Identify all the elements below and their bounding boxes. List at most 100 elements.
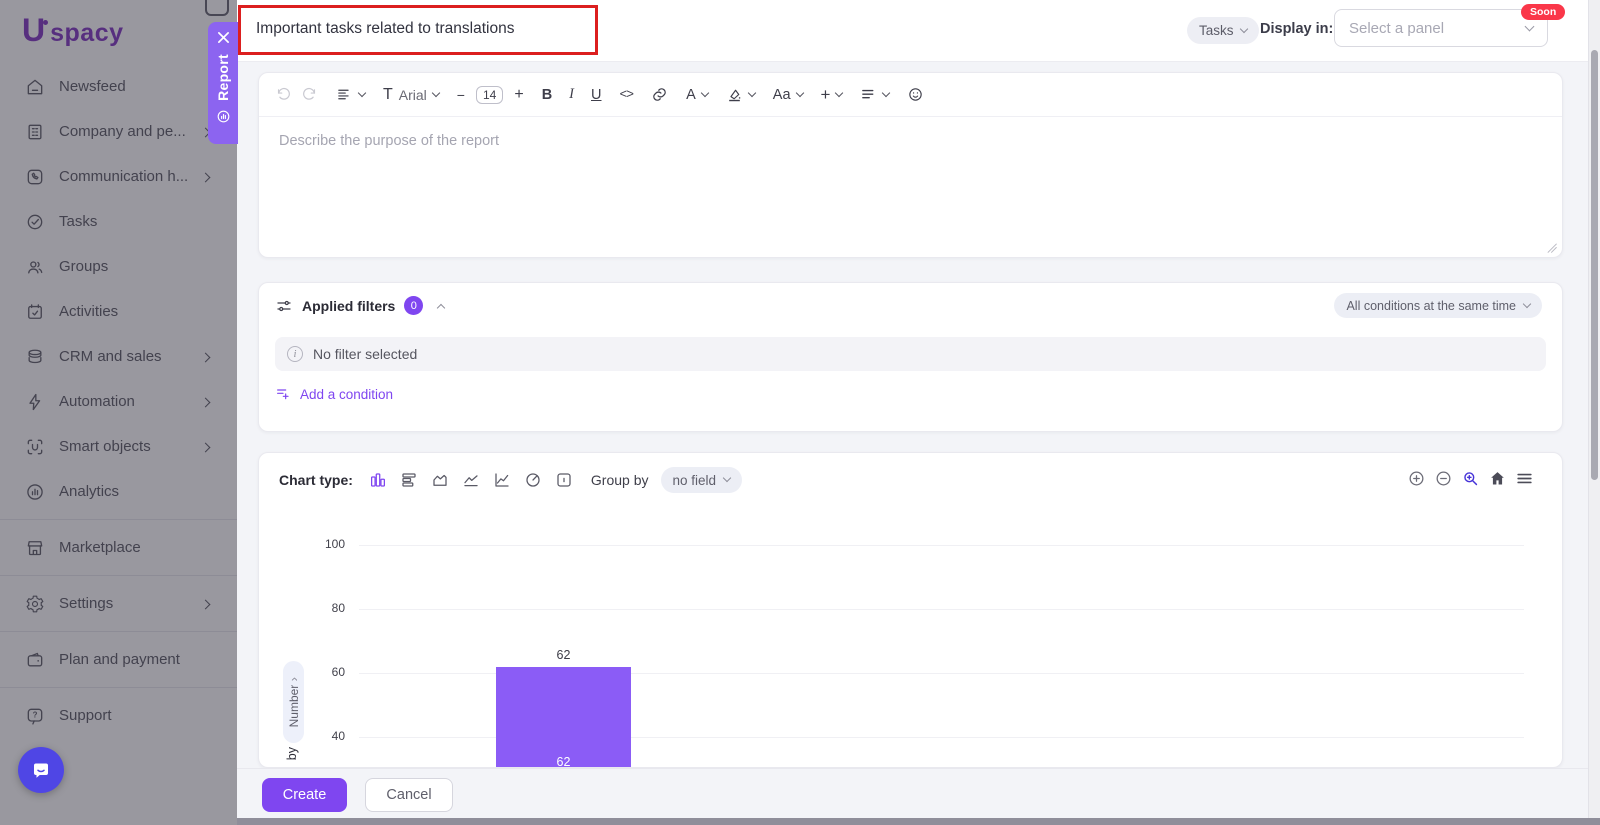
create-report-modal: Important tasks related to translations … — [237, 0, 1600, 818]
selection-zoom-button[interactable] — [1461, 469, 1480, 488]
logo-dot-icon — [43, 20, 48, 25]
y-axis-field-dropdown[interactable]: Number › — [283, 661, 304, 743]
home-icon — [25, 77, 45, 97]
sidebar-item-label: Automation — [59, 393, 135, 410]
panel-select[interactable]: Select a panel — [1334, 9, 1548, 47]
description-textarea[interactable]: Describe the purpose of the report — [259, 117, 1562, 258]
group-by-value: no field — [673, 473, 717, 488]
sliders-icon — [275, 297, 293, 315]
y-tick: 100 — [297, 537, 345, 551]
font-size-value[interactable]: 14 — [476, 86, 503, 104]
align-button[interactable] — [860, 86, 889, 103]
sidebar-item-smart-objects[interactable]: Smart objects — [0, 424, 237, 469]
create-button[interactable]: Create — [262, 778, 347, 812]
add-condition-link[interactable]: Add a condition — [275, 386, 393, 402]
zoom-out-button[interactable] — [1434, 469, 1453, 488]
italic-button[interactable]: I — [569, 86, 574, 103]
report-drawer-tab[interactable]: Report — [208, 22, 238, 144]
cancel-button[interactable]: Cancel — [365, 778, 453, 812]
close-icon[interactable] — [217, 31, 230, 44]
uspacy-logo[interactable]: U spacy — [22, 12, 124, 49]
entity-type-dropdown[interactable]: Tasks — [1187, 17, 1259, 44]
sidebar-item-analytics[interactable]: Analytics — [0, 469, 237, 514]
code-button[interactable]: <> — [620, 87, 634, 102]
chart-type-area-button[interactable] — [431, 471, 449, 489]
highlight-color-button[interactable] — [726, 86, 755, 103]
analytics-icon — [25, 482, 45, 502]
modal-footer: Create Cancel — [237, 768, 1600, 818]
check-circle-icon — [25, 212, 45, 232]
sidebar-item-automation[interactable]: Automation — [0, 379, 237, 424]
chevron-down-icon — [835, 88, 843, 96]
zoom-in-button[interactable] — [1407, 469, 1426, 488]
bar-series-0[interactable] — [496, 667, 631, 768]
sidebar-item-label: Support — [59, 707, 112, 724]
chart-type-line-button[interactable] — [462, 471, 480, 489]
sidebar-item-marketplace[interactable]: Marketplace — [0, 525, 237, 570]
text-style-button[interactable] — [336, 86, 365, 103]
sidebar-divider — [0, 631, 237, 632]
text-case-button[interactable]: Aa — [773, 87, 803, 103]
underline-button[interactable]: U — [591, 87, 601, 103]
chevron-up-icon[interactable] — [437, 303, 445, 311]
sidebar-item-crm[interactable]: CRM and sales — [0, 334, 237, 379]
redo-button[interactable] — [301, 86, 318, 103]
help-bubble-icon: ? — [25, 706, 45, 726]
link-button[interactable] — [651, 86, 668, 103]
chat-widget-button[interactable] — [18, 747, 64, 793]
y-axis-by-label: by — [285, 747, 299, 765]
report-title-field[interactable]: Important tasks related to translations — [256, 20, 514, 38]
sidebar-item-plan-payment[interactable]: Plan and payment — [0, 637, 237, 682]
font-family-select[interactable]: T Arial — [383, 86, 439, 104]
chevron-down-icon — [723, 474, 731, 482]
sidebar-item-label: Groups — [59, 258, 108, 275]
sidebar-item-newsfeed[interactable]: Newsfeed — [0, 64, 237, 109]
chart-type-horizontal-bar-button[interactable] — [400, 471, 418, 489]
bold-button[interactable]: B — [542, 87, 552, 103]
store-icon — [25, 538, 45, 558]
sidebar-item-groups[interactable]: Groups — [0, 244, 237, 289]
no-filter-row: i No filter selected — [275, 337, 1546, 371]
applied-filters-header[interactable]: Applied filters 0 — [275, 296, 444, 315]
sidebar-item-tasks[interactable]: Tasks — [0, 199, 237, 244]
chart-type-icons — [369, 471, 573, 489]
sidebar-item-support[interactable]: ? Support — [0, 693, 237, 738]
undo-button[interactable] — [275, 86, 292, 103]
scrollbar-thumb[interactable] — [1591, 50, 1598, 480]
chevron-down-icon — [701, 88, 709, 96]
chart-type-bar-button[interactable] — [369, 471, 387, 489]
sidebar-item-activities[interactable]: Activities — [0, 289, 237, 334]
chart-card: Chart type: Group by no field — [258, 452, 1563, 768]
sidebar-item-label: Tasks — [59, 213, 97, 230]
applied-filters-title: Applied filters — [302, 298, 395, 314]
sidebar-item-communication[interactable]: Communication h... — [0, 154, 237, 199]
panel-select-placeholder: Select a panel — [1349, 20, 1444, 37]
chart-type-number-button[interactable] — [555, 471, 573, 489]
sidebar-item-settings[interactable]: Settings — [0, 581, 237, 626]
chevron-icon: › — [286, 677, 301, 681]
emoji-button[interactable] — [907, 86, 924, 103]
chevron-down-icon — [882, 88, 890, 96]
group-by-dropdown[interactable]: no field — [661, 467, 743, 493]
chart-type-donut-button[interactable] — [524, 471, 542, 489]
y-tick: 40 — [297, 729, 345, 743]
chart-type-multi-line-button[interactable] — [493, 471, 511, 489]
chart-menu-button[interactable] — [1515, 469, 1534, 488]
sidebar-item-company[interactable]: Company and pe... — [0, 109, 237, 154]
conditions-mode-dropdown[interactable]: All conditions at the same time — [1334, 293, 1542, 318]
text-color-button[interactable]: A — [686, 87, 708, 103]
insert-button[interactable]: + — [821, 85, 843, 105]
sidebar-toggle-icon[interactable] — [205, 0, 229, 16]
font-size-increase-button[interactable]: + — [514, 86, 523, 104]
text-case-label: Aa — [773, 87, 791, 103]
resize-handle-icon[interactable] — [1546, 242, 1557, 253]
home-reset-button[interactable] — [1488, 469, 1507, 488]
chevron-down-icon — [1239, 24, 1247, 32]
scrollbar-track[interactable] — [1588, 0, 1600, 818]
chevron-right-icon — [202, 438, 209, 455]
font-size-decrease-button[interactable]: − — [457, 87, 465, 103]
sidebar-item-label: CRM and sales — [59, 348, 162, 365]
sidebar-divider — [0, 519, 237, 520]
font-family-value: Arial — [399, 87, 427, 103]
chevron-down-icon — [1525, 21, 1535, 31]
